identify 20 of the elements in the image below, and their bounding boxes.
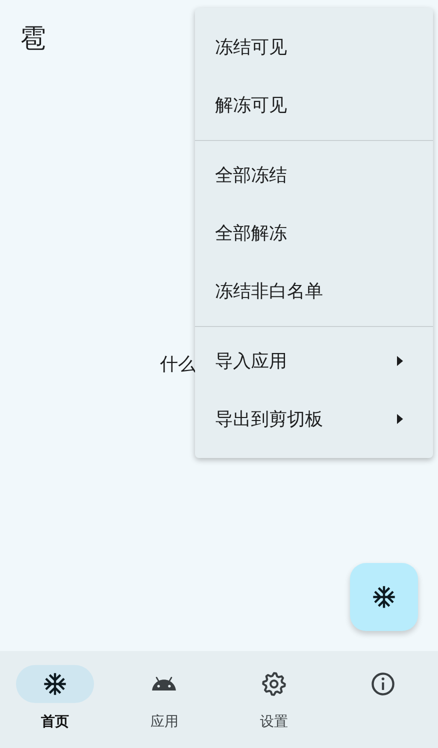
body-text: 什么 [160, 352, 196, 376]
nav-label[interactable]: 首页 [40, 713, 69, 731]
nav-label[interactable]: 应用 [150, 713, 178, 731]
menu-item[interactable]: 全部冻结 [195, 146, 433, 204]
submenu-arrow-icon [395, 355, 405, 367]
submenu-arrow-icon [395, 413, 405, 425]
app-title: 雹 [20, 22, 46, 56]
menu-item[interactable]: 冻结非白名单 [195, 262, 433, 320]
menu-item[interactable]: 解冻可见 [195, 76, 433, 134]
snowflake-icon [42, 671, 68, 697]
menu-item[interactable]: 导出到剪切板 [195, 390, 433, 448]
menu-item[interactable]: 全部解冻 [195, 204, 433, 262]
nav-label[interactable]: 设置 [260, 713, 288, 731]
fab-button[interactable] [350, 563, 418, 631]
snowflake-icon [371, 584, 397, 610]
menu-item[interactable]: 冻结可见 [195, 18, 433, 76]
nav-tab[interactable] [16, 665, 94, 703]
settings-icon [260, 671, 287, 697]
info-icon [370, 671, 396, 697]
menu-item[interactable]: 导入应用 [195, 332, 433, 390]
